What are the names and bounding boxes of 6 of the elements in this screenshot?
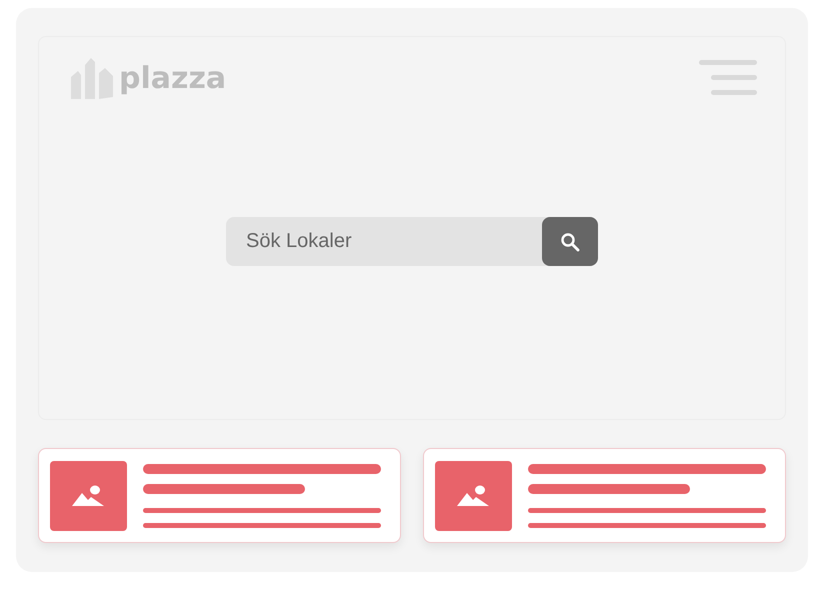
image-icon — [72, 484, 106, 506]
image-icon — [456, 484, 490, 506]
listing-card[interactable] — [38, 448, 401, 543]
search-field[interactable]: Sök Lokaler — [226, 217, 550, 266]
search-icon — [560, 232, 580, 252]
listing-card[interactable] — [423, 448, 786, 543]
